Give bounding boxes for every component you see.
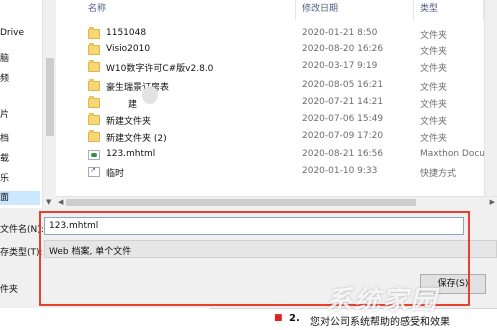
item-name: 1151048 — [106, 28, 147, 38]
item-type: 快捷方式 — [420, 169, 457, 179]
nav-item-videos[interactable]: 频 — [0, 72, 40, 86]
list-item[interactable]: 新建文件夹 2020-07-06 15:49 文件夹 — [84, 112, 484, 128]
item-date: 2020-07-09 17:20 — [302, 131, 384, 141]
item-type: 文件夹 — [420, 64, 448, 74]
item-type: 文件夹 — [420, 31, 448, 41]
folder-icon — [88, 43, 100, 55]
column-header-type[interactable]: 类型 — [414, 0, 484, 20]
nav-item-music[interactable]: 乐 — [0, 172, 40, 186]
scroll-right-arrow-icon[interactable]: ▶ — [490, 198, 495, 206]
nav-item-desktop[interactable]: 面 — [0, 191, 40, 205]
horizontal-scrollbar-thumb[interactable] — [66, 199, 416, 206]
item-type: 文件夹 — [420, 100, 448, 110]
scroll-down-arrow-icon[interactable]: ▼ — [46, 198, 51, 206]
item-type: 文件夹 — [420, 134, 448, 144]
maxthon-file-icon — [88, 150, 100, 160]
folder-icon — [88, 79, 100, 91]
item-date: 2020-03-17 9:19 — [302, 61, 378, 71]
item-date: 2020-01-21 8:50 — [302, 28, 378, 38]
column-header-date[interactable]: 修改日期 — [296, 0, 414, 20]
list-number: 2. — [289, 313, 300, 324]
nav-item-drive[interactable]: Drive — [0, 26, 40, 40]
nav-item-computer[interactable]: 脑 — [0, 52, 40, 66]
shortcut-icon — [88, 166, 100, 177]
list-item[interactable]: 123.mhtml 2020-08-21 16:56 Maxthon Docum… — [84, 147, 484, 163]
list-item[interactable]: 临时 2020-01-10 9:33 快捷方式 — [84, 164, 484, 180]
nav-scrollbar[interactable]: ▼ — [42, 0, 57, 208]
folder-icon — [88, 113, 100, 125]
item-date: 2020-07-21 14:21 — [302, 97, 384, 107]
folder-icon — [88, 96, 100, 108]
list-item[interactable]: W10数字许可C#版v2.8.0 2020-03-17 9:19 文件夹 — [84, 59, 484, 75]
item-date: 2020-08-05 16:21 — [302, 80, 384, 90]
item-name: Visio2010 — [106, 44, 151, 54]
folder-icon — [88, 60, 100, 72]
nav-scrollbar-thumb[interactable] — [46, 58, 54, 136]
item-name: 新建文件夹 — [106, 117, 152, 127]
blurred-region — [142, 86, 158, 104]
filename-input[interactable] — [44, 217, 464, 235]
folder-icon — [88, 27, 100, 39]
folder-icon — [88, 130, 100, 142]
bullet-marker: ■ — [274, 313, 283, 323]
nav-item-documents[interactable]: 档 — [0, 132, 40, 146]
file-list-scrollbar[interactable] — [484, 0, 497, 196]
item-name: 临时 — [106, 169, 125, 179]
hide-folders-toggle[interactable]: 件夹 — [0, 282, 18, 295]
watermark-logo: 系统家园 — [326, 286, 439, 316]
nav-item-pictures[interactable]: 片 — [0, 108, 40, 122]
save-type-select[interactable]: Web 档案, 单个文件 — [44, 240, 497, 258]
list-item[interactable]: Visio2010 2020-08-20 16:26 文件夹 — [84, 42, 484, 58]
navigation-pane: Drive 脑 频 片 档 载 乐 面 ▼ — [0, 0, 57, 208]
nav-item-downloads[interactable]: 载 — [0, 152, 40, 166]
save-type-label: 存类型(T): — [0, 248, 43, 258]
column-header-name[interactable]: 名称 — [82, 0, 296, 20]
item-type: Maxthon Document — [420, 149, 484, 159]
item-type: 文件夹 — [420, 117, 448, 127]
filename-label: 文件名(N): — [0, 225, 44, 235]
list-item[interactable]: 1151048 2020-01-21 8:50 文件夹 — [84, 26, 484, 42]
item-type: 文件夹 — [420, 47, 448, 57]
item-date: 2020-07-06 15:49 — [302, 114, 384, 124]
scroll-left-arrow-icon[interactable]: ◀ — [58, 198, 63, 206]
item-name: 123.mhtml — [106, 149, 156, 159]
list-item[interactable]: 新建文件夹 (2) 2020-07-09 17:20 文件夹 — [84, 129, 484, 145]
file-list: 名称 修改日期 类型 1151048 2020-01-21 8:50 文件夹 V… — [56, 0, 484, 196]
item-name: 豪生瑞景订房表 — [106, 83, 170, 93]
item-type: 文件夹 — [420, 83, 448, 93]
item-date: 2020-08-21 16:56 — [302, 149, 384, 159]
item-date: 2020-08-20 16:26 — [302, 44, 384, 54]
item-name: 新建文件夹 (2) — [106, 134, 167, 144]
item-name: 建 — [128, 100, 138, 110]
item-date: 2020-01-10 9:33 — [302, 166, 378, 176]
item-name: W10数字许可C#版v2.8.0 — [106, 64, 214, 74]
